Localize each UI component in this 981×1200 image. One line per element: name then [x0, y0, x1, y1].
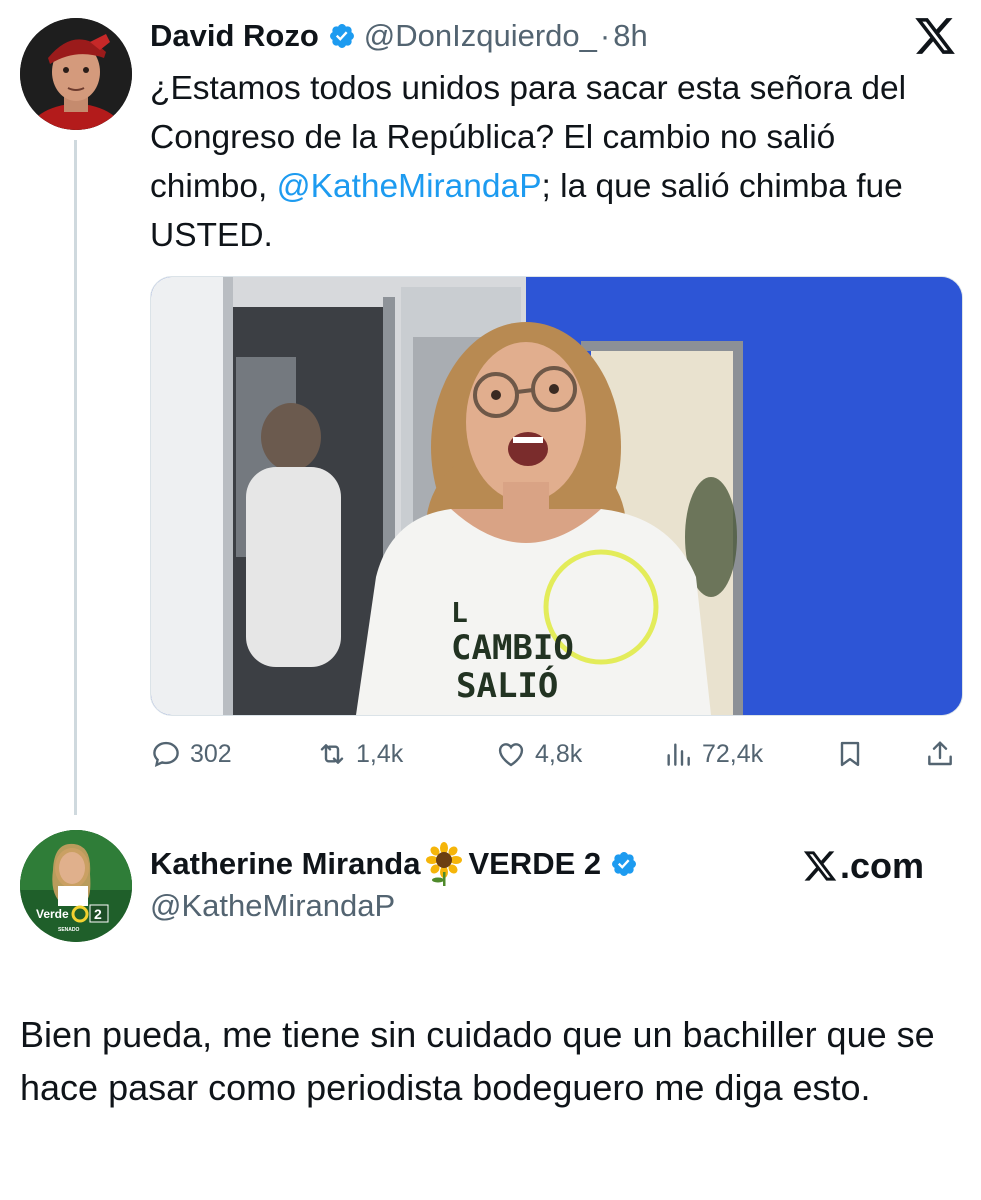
quoted-author-name[interactable]: Katherine Miranda — [150, 846, 420, 882]
avatar-number: 2 — [94, 906, 102, 922]
tweet-timestamp[interactable]: 8h — [613, 18, 647, 54]
mention-link[interactable]: @KatheMirandaP — [277, 168, 542, 205]
author-name[interactable]: David Rozo — [150, 18, 319, 54]
avatar-caption: SENADO — [58, 927, 80, 933]
author-handle[interactable]: @DonIzquierdo_ — [364, 18, 597, 54]
bookmark-button[interactable] — [834, 728, 866, 780]
campaign-avatar-image: Verde 2 SENADO — [20, 830, 132, 942]
avatar-portrait-image — [20, 18, 132, 130]
separator-dot: · — [599, 18, 611, 53]
like-button[interactable]: 4,8k — [495, 728, 582, 780]
quoted-author-avatar[interactable]: Verde 2 SENADO — [20, 830, 132, 942]
share-icon — [928, 741, 952, 766]
x-com-label: .com — [840, 845, 925, 886]
heart-icon — [498, 743, 524, 767]
like-count: 4,8k — [535, 739, 583, 768]
x-logo-icon[interactable] — [912, 14, 958, 58]
views-chart-icon — [667, 743, 690, 766]
tweet-media-image[interactable]: L CAMBIO SALIÓ — [150, 276, 963, 716]
avatar-party-label: Verde — [36, 907, 69, 921]
tweet-text: ¿Estamos todos unidos para sacar esta se… — [150, 64, 960, 260]
author-avatar[interactable] — [20, 18, 132, 130]
share-button[interactable] — [924, 728, 956, 780]
shirt-print-line: L — [451, 596, 468, 629]
quoted-reply-text: Bien pueda, me tiene sin cuidado que un … — [20, 1014, 935, 1108]
reply-icon — [153, 741, 179, 767]
thread-connector-line — [74, 140, 77, 815]
tweet-action-bar: 302 1,4k 4,8k 72,4k — [150, 728, 962, 780]
repost-button[interactable]: 1,4k — [316, 728, 403, 780]
tweet-header: David Rozo @DonIzquierdo_ · 8h — [150, 14, 648, 58]
repost-icon — [320, 744, 344, 764]
repost-count: 1,4k — [356, 739, 404, 768]
x-logo-icon — [803, 851, 837, 881]
shirt-print-line: CAMBIO — [451, 628, 574, 668]
x-com-brand: .com — [802, 842, 924, 890]
sunflower-emoji-icon — [426, 842, 463, 886]
reply-count: 302 — [190, 739, 232, 768]
bookmark-icon — [840, 741, 860, 767]
shirt-print-line: SALIÓ — [456, 665, 558, 706]
quoted-tweet-header: Katherine Miranda VERDE 2 — [150, 840, 646, 888]
view-count: 72,4k — [702, 739, 764, 768]
views-button[interactable]: 72,4k — [662, 728, 763, 780]
verified-badge-icon — [329, 24, 354, 48]
quoted-author-name-suffix: VERDE 2 — [468, 846, 602, 881]
reply-button[interactable]: 302 — [150, 728, 232, 780]
quoted-author-handle[interactable]: @KatheMirandaP — [150, 888, 395, 924]
video-frame-illustration: L CAMBIO SALIÓ — [151, 277, 962, 715]
verified-badge-icon — [612, 852, 637, 876]
